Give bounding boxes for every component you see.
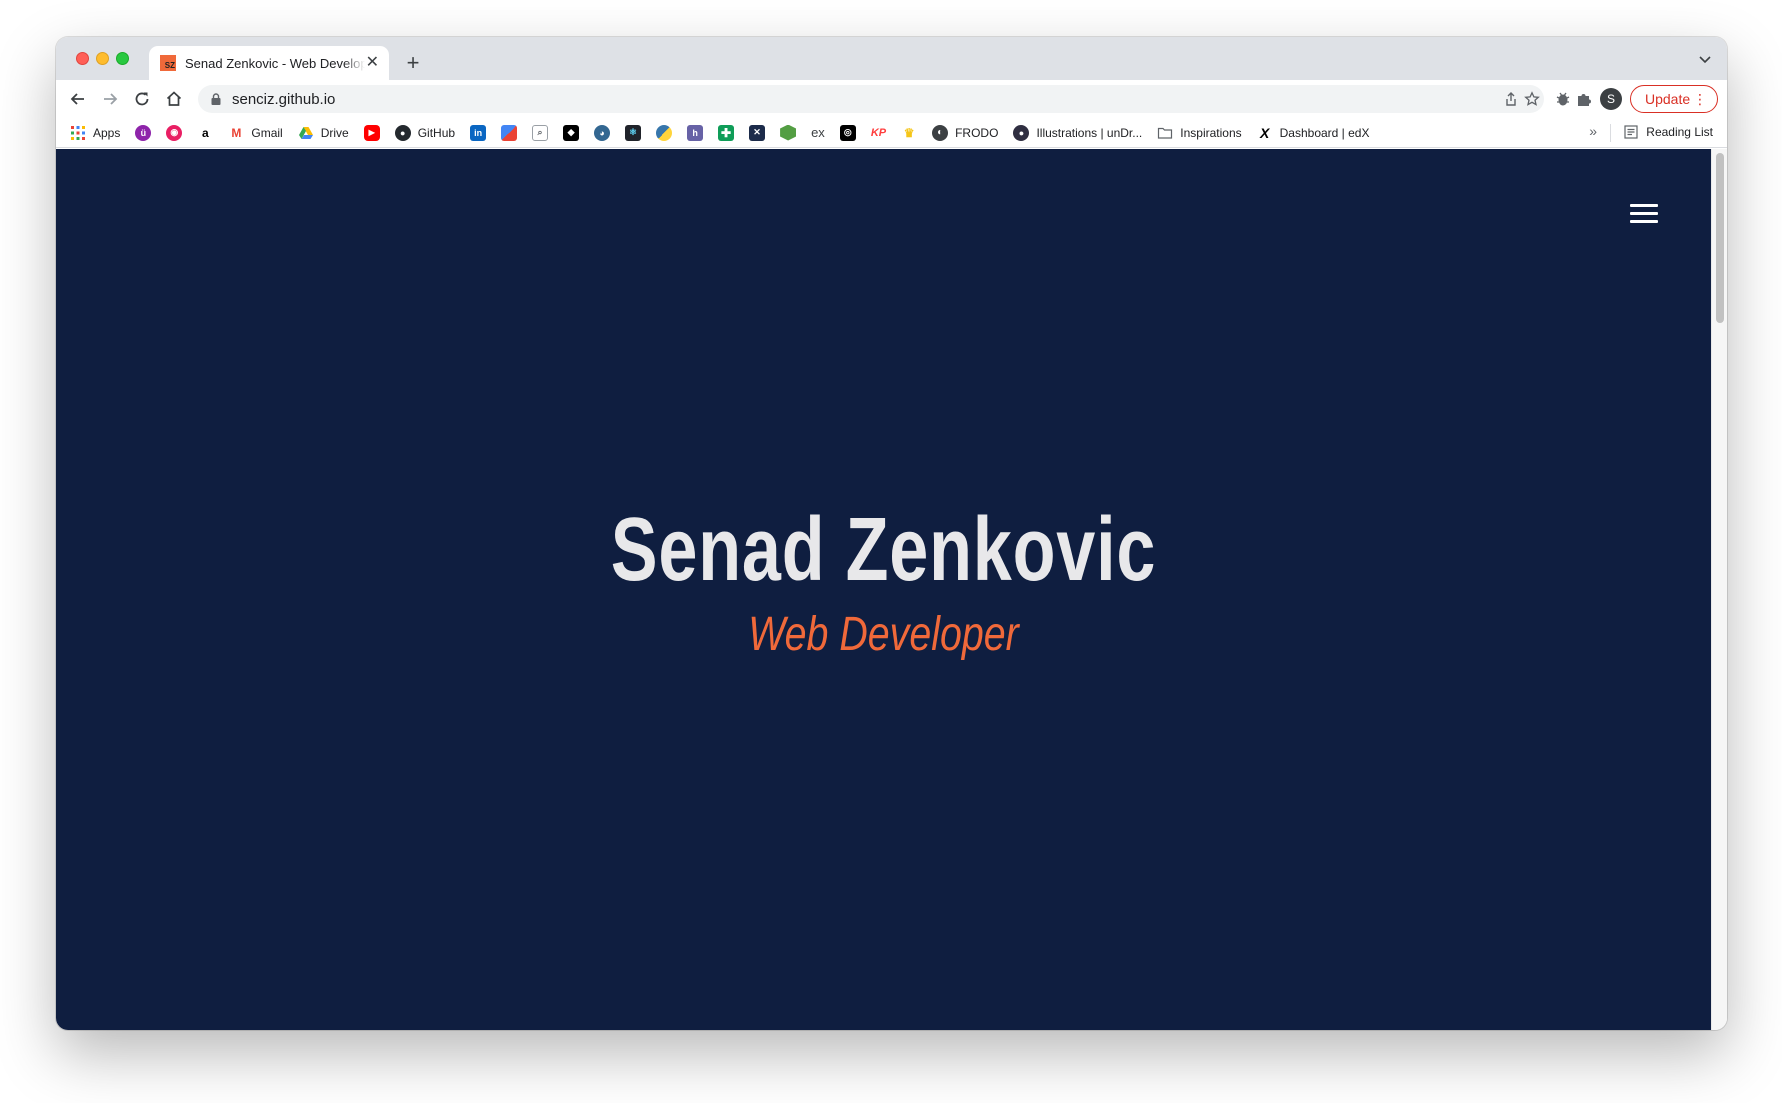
apps-grid-icon	[71, 125, 85, 140]
bookmark-frodo[interactable]: ◐ FRODO	[932, 124, 998, 141]
bug-extension-icon[interactable]	[1553, 89, 1573, 109]
new-tab-button[interactable]: +	[399, 49, 427, 77]
folder-icon	[1158, 127, 1173, 139]
globe-icon: ◐	[932, 124, 949, 141]
youtube-icon: ▶	[363, 124, 380, 141]
pink-circle-icon: ◉	[166, 124, 183, 141]
scrollbar-thumb[interactable]	[1716, 153, 1724, 323]
bookmark-edx[interactable]: X Dashboard | edX	[1256, 124, 1369, 141]
bookmark-ex[interactable]: ex	[811, 125, 825, 140]
browser-window: SZ Senad Zenkovic - Web Developer ✕ + se…	[56, 37, 1727, 1030]
home-icon[interactable]	[164, 89, 184, 109]
reading-list-icon	[1624, 125, 1638, 139]
edx-icon: X	[1256, 124, 1273, 141]
reading-list-button[interactable]: Reading List	[1623, 124, 1713, 140]
bookmark-green-plus[interactable]: ✚	[718, 124, 735, 141]
colored-blocks-icon	[501, 124, 518, 141]
green-plus-icon: ✚	[718, 124, 735, 141]
bookmark-python[interactable]	[656, 124, 673, 141]
more-bookmarks-chevron-icon[interactable]: »	[1589, 123, 1597, 139]
gmail-icon: M	[228, 124, 245, 141]
magnifier-icon: ⌕	[532, 124, 549, 141]
bookmark-black-square[interactable]: ◆	[563, 124, 580, 141]
purple-circle-icon: ü	[135, 124, 152, 141]
bookmarks-bar: Apps ü ◉ a M Gmail Drive ▶ ● GitHub in ⌕…	[56, 118, 1727, 148]
bookmark-react[interactable]: ⚛	[625, 124, 642, 141]
update-button[interactable]: Update ⋮	[1630, 85, 1718, 113]
bookmark-amazon[interactable]: a	[197, 124, 214, 141]
zoom-window-button[interactable]	[116, 52, 129, 65]
bookmark-github[interactable]: ● GitHub	[394, 124, 455, 141]
nodejs-hexagon-icon	[780, 124, 797, 141]
bookmark-star-icon[interactable]	[1524, 91, 1540, 107]
bookmark-heroku[interactable]: h	[687, 124, 704, 141]
bookmarks-divider	[1610, 124, 1611, 142]
bookmark-x-square[interactable]: ✕	[749, 124, 766, 141]
bookmark-gmail[interactable]: M Gmail	[228, 124, 283, 141]
bookmark-apps[interactable]: Apps	[70, 125, 120, 141]
linkedin-icon: in	[470, 124, 487, 141]
tab-close-icon[interactable]: ✕	[366, 55, 379, 71]
github-icon: ●	[394, 124, 411, 141]
share-icon[interactable]	[1503, 91, 1519, 107]
back-arrow-icon[interactable]	[68, 89, 88, 109]
target-icon: ◎	[839, 124, 856, 141]
update-label: Update	[1645, 91, 1691, 107]
tab-strip: SZ Senad Zenkovic - Web Developer ✕ +	[56, 37, 1727, 80]
react-icon: ⚛	[625, 124, 642, 141]
toolbar: senciz.github.io S Update ⋮	[56, 80, 1727, 118]
bookmark-crown[interactable]: ♛	[901, 124, 918, 141]
url-text: senciz.github.io	[232, 90, 336, 108]
more-vert-icon[interactable]: ⋮	[1693, 92, 1707, 106]
bookmark-node[interactable]	[780, 124, 797, 141]
bookmark-illustrations[interactable]: ● Illustrations | unDr...	[1013, 124, 1142, 141]
puzzle-extensions-icon[interactable]	[1574, 89, 1594, 109]
page-scrollbar[interactable]	[1711, 149, 1727, 1030]
hamburger-menu-icon[interactable]	[1630, 204, 1658, 224]
hero-name: Senad Zenkovic	[610, 500, 1157, 600]
reload-icon[interactable]	[132, 89, 152, 109]
bookmark-purple-circle[interactable]: ü	[135, 124, 152, 141]
bookmark-colored-blocks[interactable]	[501, 124, 518, 141]
hero-role: Web Developer	[748, 608, 1019, 661]
tab-active[interactable]: SZ Senad Zenkovic - Web Developer ✕	[149, 46, 389, 80]
tab-title: Senad Zenkovic - Web Developer	[185, 55, 365, 71]
x-square-icon: ✕	[749, 124, 766, 141]
lock-icon[interactable]	[211, 93, 221, 105]
bookmark-target[interactable]: ◎	[839, 124, 856, 141]
bookmark-kp[interactable]: KP	[871, 127, 886, 139]
profile-avatar[interactable]: S	[1600, 88, 1622, 110]
bookmark-drive[interactable]: Drive	[298, 125, 349, 141]
bookmark-pink-circle[interactable]: ◉	[166, 124, 183, 141]
address-bar[interactable]: senciz.github.io	[198, 85, 1544, 113]
bookmark-inspirations[interactable]: Inspirations	[1157, 125, 1242, 141]
undraw-icon: ●	[1013, 124, 1030, 141]
page-viewport: Senad Zenkovic Web Developer	[56, 149, 1711, 1030]
amazon-icon: a	[197, 124, 214, 141]
heroku-icon: h	[687, 124, 704, 141]
bookmark-youtube[interactable]: ▶	[363, 124, 380, 141]
minimize-window-button[interactable]	[96, 52, 109, 65]
drive-icon	[298, 126, 313, 139]
bookmark-search-box[interactable]: ⌕	[532, 124, 549, 141]
python-icon	[656, 124, 673, 141]
bookmark-elephant[interactable]: ◕	[594, 124, 611, 141]
close-window-button[interactable]	[76, 52, 89, 65]
forward-arrow-icon[interactable]	[100, 89, 120, 109]
site-favicon: SZ	[160, 55, 176, 71]
tab-search-chevron-icon[interactable]	[1697, 51, 1713, 67]
postgres-elephant-icon: ◕	[594, 124, 611, 141]
black-square-icon: ◆	[563, 124, 580, 141]
bookmark-linkedin[interactable]: in	[470, 124, 487, 141]
crown-icon: ♛	[901, 124, 918, 141]
